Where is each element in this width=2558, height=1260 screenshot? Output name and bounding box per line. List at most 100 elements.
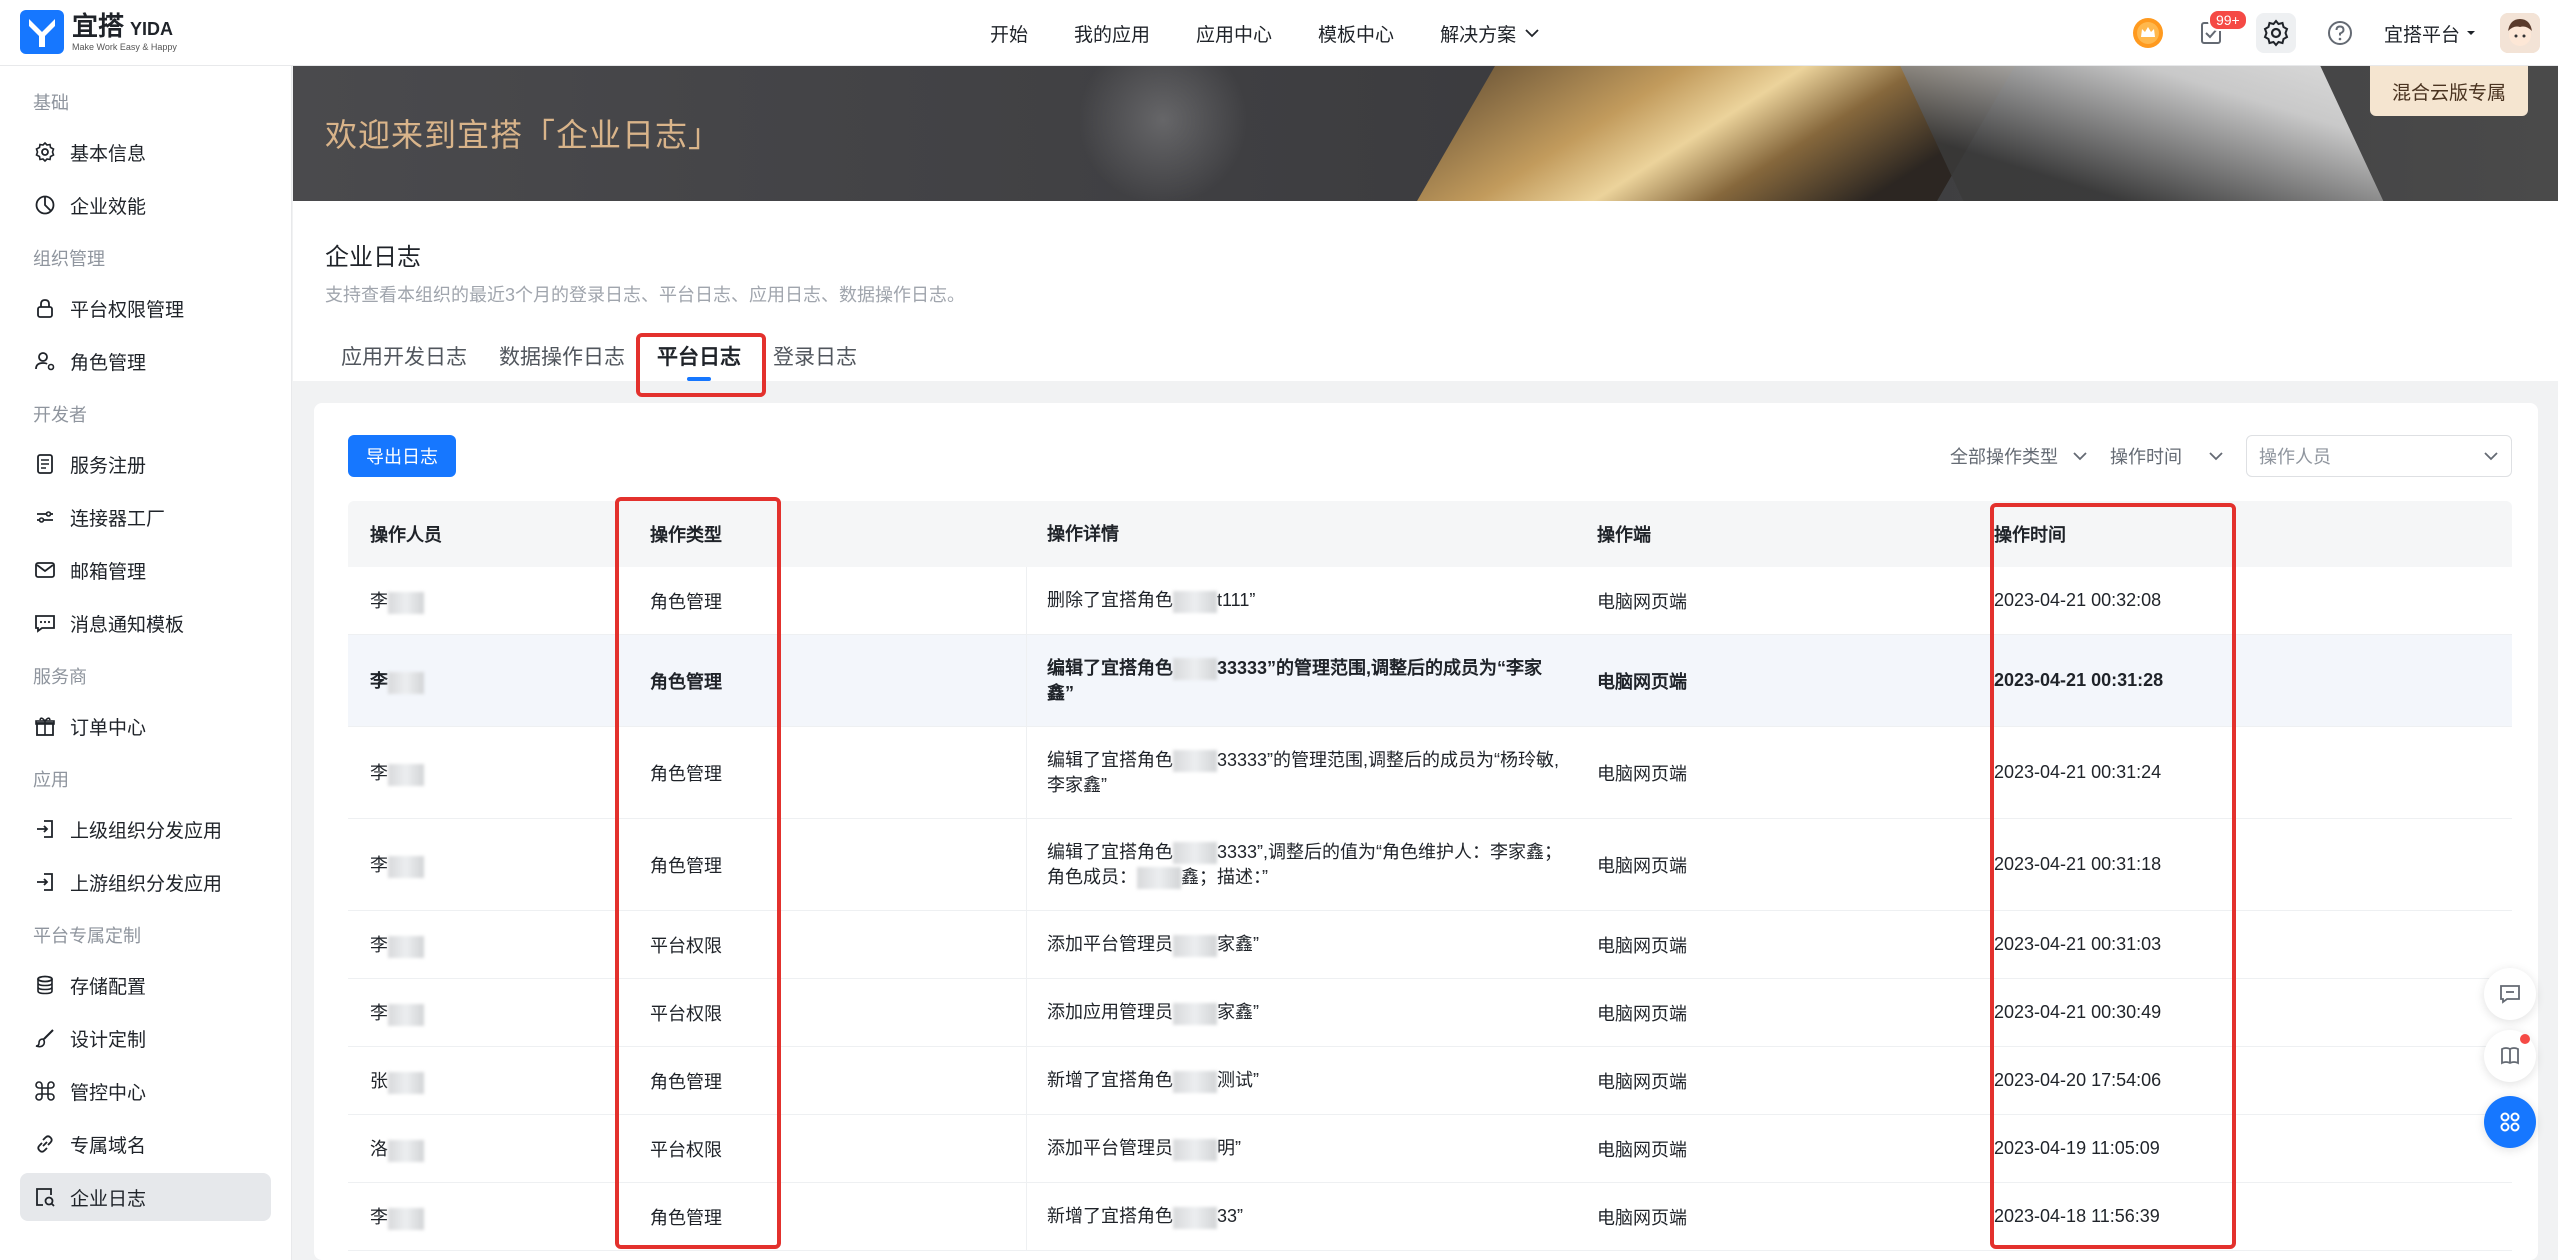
yida-logo-icon (20, 10, 64, 54)
sidebar-item-order-center[interactable]: 订单中心 (20, 702, 271, 750)
chevron-down-icon (2209, 452, 2223, 461)
page-title: 企业日志 (325, 244, 421, 271)
guide-book-button[interactable] (2484, 1030, 2536, 1082)
settings-gear-icon[interactable] (2255, 13, 2296, 53)
feedback-chat-button[interactable] (2484, 968, 2536, 1020)
col-operation-detail: 操作详情 (1047, 523, 1119, 544)
nav-template-center[interactable]: 模板中心 (1318, 20, 1394, 47)
table-row[interactable]: 李 角色管理 编辑了宜搭角色 33333”的管理范围,调整后的成员为“杨玲敏,李家… (348, 727, 2512, 819)
org-switcher[interactable]: 宜搭平台 (2384, 20, 2476, 47)
welcome-banner: 欢迎来到宜搭「企业日志」 混合云版专属 (293, 66, 2558, 201)
sidebar-item-platform-permission[interactable]: 平台权限管理 (20, 284, 271, 332)
operation-type-select[interactable]: 全部操作类型 (1950, 443, 2088, 469)
table-header: 操作人员 操作类型 操作详情 操作端 操作时间 (348, 501, 2512, 567)
col-client: 操作端 (1597, 525, 1651, 545)
tab-platform-log[interactable]: 平台日志 (641, 341, 757, 381)
notification-badge: 99+ (2207, 9, 2248, 31)
table-row[interactable]: 李 角色管理 删除了宜搭角色 t111” 电脑网页端 2023-04-21 00:… (348, 567, 2512, 635)
log-content-card: 导出日志 全部操作类型 操作时间 操作人员 操作人员 操作类型 操作详情 操作端… (314, 403, 2538, 1260)
sidebar-item-basic-info[interactable]: 基本信息 (20, 128, 271, 176)
tab-data-op-log[interactable]: 数据操作日志 (483, 341, 641, 381)
table-row[interactable]: 李 平台权限 添加平台管理员 家鑫” 电脑网页端 2023-04-21 00:31… (348, 911, 2512, 979)
logo-en-text: YIDA (130, 18, 174, 39)
filter-bar: 全部操作类型 操作时间 操作人员 (1950, 435, 2512, 477)
sidebar-group-developer: 开发者 (33, 405, 87, 425)
hybrid-cloud-badge: 混合云版专属 (2369, 66, 2528, 116)
col-operator: 操作人员 (370, 525, 442, 545)
chat-icon (2500, 985, 2520, 1004)
nav-app-center[interactable]: 应用中心 (1196, 20, 1272, 47)
login-icon (37, 820, 53, 838)
sidebar-item-connector-factory[interactable]: 连接器工厂 (20, 493, 271, 541)
chevron-down-icon (1525, 29, 1539, 38)
message-icon (35, 615, 55, 633)
export-log-button[interactable]: 导出日志 (348, 435, 456, 477)
platform-log-table: 操作人员 操作类型 操作详情 操作端 操作时间 李 角色管理 删除了宜搭角色 t1… (348, 501, 2512, 1251)
sidebar-group-custom: 平台专属定制 (33, 926, 141, 946)
user-gear-icon (35, 352, 55, 371)
nav-my-apps[interactable]: 我的应用 (1074, 20, 1150, 47)
page-description: 支持查看本组织的最近3个月的登录日志、平台日志、应用日志、数据操作日志。 (325, 285, 966, 305)
mail-icon (35, 562, 55, 578)
user-avatar[interactable] (2500, 13, 2540, 53)
document-icon (37, 454, 53, 474)
chevron-down-icon (2484, 452, 2498, 461)
logo-cn-text: 宜搭 (72, 10, 125, 41)
app-grid-button[interactable] (2484, 1096, 2536, 1148)
help-icon[interactable] (2320, 13, 2360, 53)
sidebar-item-domain[interactable]: 专属域名 (20, 1120, 271, 1168)
top-navigation-bar: 宜搭 YIDA Make Work Easy & Happy 开始 我的应用 应用… (0, 0, 2558, 66)
link-icon (37, 1135, 53, 1153)
sidebar-item-storage[interactable]: 存储配置 (20, 961, 271, 1009)
logo-slogan: Make Work Easy & Happy (72, 41, 177, 52)
brush-icon (35, 1029, 54, 1048)
sidebar-item-role[interactable]: 角色管理 (20, 337, 271, 385)
col-operation-time: 操作时间 (1994, 525, 2066, 545)
sidebar-group-basic: 基础 (33, 93, 69, 113)
sidebar-item-upstream-org-apps[interactable]: 上游组织分发应用 (20, 858, 271, 906)
crown-icon[interactable] (2128, 13, 2168, 53)
table-row[interactable]: 张 角色管理 新增了宜搭角色 测试” 电脑网页端 2023-04-20 17:54… (348, 1047, 2512, 1115)
sidebar: 基础 基本信息 企业效能 组织管理 平台权限管理 角色管理 开发者 服务注册 连… (0, 66, 292, 1260)
sidebar-item-message-template[interactable]: 消息通知模板 (20, 599, 271, 647)
table-row[interactable]: 李 角色管理 编辑了宜搭角色 33333”的管理范围,调整后的成员为“李家鑫” 电… (348, 635, 2512, 727)
command-icon (35, 1081, 55, 1101)
sidebar-item-enterprise-log[interactable]: 企业日志 (20, 1173, 271, 1221)
table-row[interactable]: 李 角色管理 编辑了宜搭角色 3333”,调整后的值为“角色维护人：李家鑫；角色成… (348, 819, 2512, 911)
log-tabs: 应用开发日志 数据操作日志 平台日志 登录日志 (325, 341, 873, 381)
sidebar-item-control-center[interactable]: 管控中心 (20, 1067, 271, 1115)
operation-time-select[interactable]: 操作时间 (2110, 443, 2224, 469)
chevron-down-icon (2073, 452, 2087, 461)
sidebar-item-design[interactable]: 设计定制 (20, 1014, 271, 1062)
database-icon (37, 975, 53, 995)
connector-icon (37, 511, 53, 523)
pie-chart-icon (35, 195, 55, 215)
gear-icon (35, 141, 55, 163)
book-icon (2501, 1047, 2519, 1065)
sidebar-group-provider: 服务商 (33, 667, 87, 687)
table-row[interactable]: 洛 平台权限 添加平台管理员 明” 电脑网页端 2023-04-19 11:05:… (348, 1115, 2512, 1183)
operator-select[interactable]: 操作人员 (2246, 435, 2512, 477)
tab-app-dev-log[interactable]: 应用开发日志 (325, 341, 483, 381)
log-search-icon (36, 1188, 55, 1207)
banner-title: 欢迎来到宜搭「企业日志」 (325, 117, 722, 153)
sidebar-item-parent-org-apps[interactable]: 上级组织分发应用 (20, 805, 271, 853)
page-header: 企业日志 支持查看本组织的最近3个月的登录日志、平台日志、应用日志、数据操作日志… (293, 201, 2558, 381)
nav-solutions[interactable]: 解决方案 (1440, 20, 1540, 47)
yida-logo[interactable]: 宜搭 YIDA Make Work Easy & Happy (20, 10, 177, 54)
sidebar-item-mail[interactable]: 邮箱管理 (20, 546, 271, 594)
nav-start[interactable]: 开始 (990, 20, 1028, 47)
grid-icon (2500, 1112, 2520, 1132)
table-row[interactable]: 李 角色管理 新增了宜搭角色 33” 电脑网页端 2023-04-18 11:56… (348, 1183, 2512, 1251)
tab-login-log[interactable]: 登录日志 (757, 341, 873, 381)
table-row[interactable]: 李 平台权限 添加应用管理员 家鑫” 电脑网页端 2023-04-21 00:30… (348, 979, 2512, 1047)
gift-icon (35, 717, 55, 736)
todo-check-icon[interactable]: 99+ (2192, 9, 2248, 53)
unread-dot (2520, 1034, 2530, 1044)
sidebar-group-org: 组织管理 (33, 249, 105, 269)
main-nav: 开始 我的应用 应用中心 模板中心 解决方案 (990, 0, 1540, 66)
sidebar-group-app: 应用 (33, 770, 69, 790)
nav-right-tools: 99+ 宜搭平台 (2128, 0, 2540, 66)
sidebar-item-efficiency[interactable]: 企业效能 (20, 181, 271, 229)
sidebar-item-service-register[interactable]: 服务注册 (20, 440, 271, 488)
